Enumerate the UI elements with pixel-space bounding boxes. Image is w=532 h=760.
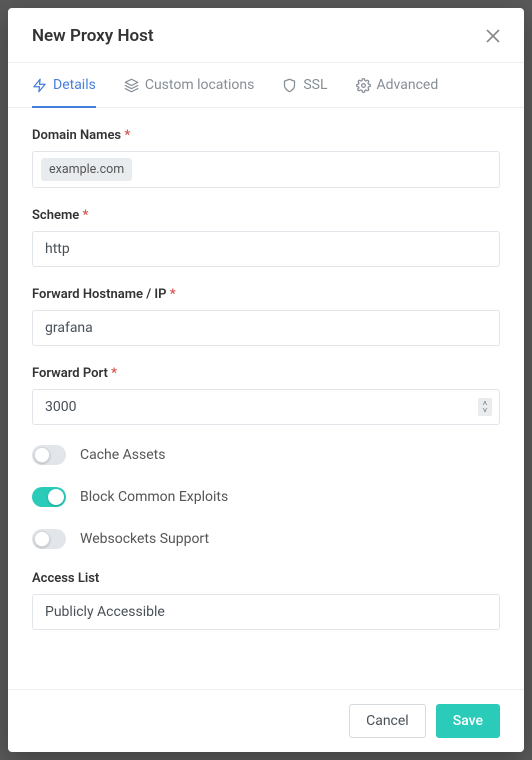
- label-domain-names: Domain Names *: [32, 128, 500, 143]
- label-forward-host: Forward Hostname / IP *: [32, 287, 500, 302]
- modal-header: New Proxy Host: [8, 8, 524, 62]
- toggle-block-exploits[interactable]: [32, 487, 66, 507]
- toggle-cache-assets[interactable]: [32, 445, 66, 465]
- modal-footer: Cancel Save: [8, 689, 524, 752]
- chevron-down-icon: ˅: [483, 407, 488, 414]
- number-stepper[interactable]: ˄ ˅: [478, 398, 492, 416]
- field-scheme: Scheme *: [32, 208, 500, 267]
- settings-icon: [356, 78, 371, 93]
- tabs: Details Custom locations SSL Advanced: [8, 62, 524, 108]
- domain-tag[interactable]: example.com: [41, 158, 132, 181]
- required-star: *: [124, 128, 130, 143]
- forward-port-input[interactable]: [32, 389, 500, 425]
- required-star: *: [170, 287, 176, 302]
- toggle-knob: [34, 531, 50, 547]
- proxy-host-modal: New Proxy Host Details Custom locations …: [8, 8, 524, 752]
- shield-icon: [282, 78, 297, 93]
- cancel-button[interactable]: Cancel: [349, 704, 426, 738]
- tab-label: Advanced: [377, 77, 439, 93]
- label-websockets: Websockets Support: [80, 531, 209, 547]
- label-access-list: Access List: [32, 571, 500, 586]
- field-domain-names: Domain Names * example.com: [32, 128, 500, 188]
- layers-icon: [124, 78, 139, 93]
- tab-label: Details: [53, 77, 96, 93]
- zap-icon: [32, 78, 47, 93]
- modal-title: New Proxy Host: [32, 26, 154, 46]
- toggle-block-exploits-row: Block Common Exploits: [32, 487, 500, 507]
- toggle-knob: [34, 447, 50, 463]
- label-scheme: Scheme *: [32, 208, 500, 223]
- field-forward-port: Forward Port * ˄ ˅: [32, 366, 500, 425]
- scheme-select[interactable]: [32, 231, 500, 267]
- toggle-websockets[interactable]: [32, 529, 66, 549]
- tab-custom-locations[interactable]: Custom locations: [124, 63, 255, 108]
- tab-label: Custom locations: [145, 77, 255, 93]
- close-icon[interactable]: [486, 29, 500, 43]
- field-access-list: Access List: [32, 571, 500, 630]
- tab-label: SSL: [303, 77, 327, 93]
- tab-details[interactable]: Details: [32, 63, 96, 108]
- access-list-select[interactable]: [32, 594, 500, 630]
- field-forward-host: Forward Hostname / IP *: [32, 287, 500, 346]
- domain-names-input[interactable]: example.com: [32, 151, 500, 188]
- modal-body: Domain Names * example.com Scheme * Forw…: [8, 108, 524, 689]
- save-button[interactable]: Save: [436, 704, 500, 738]
- tab-advanced[interactable]: Advanced: [356, 63, 439, 108]
- label-cache-assets: Cache Assets: [80, 447, 165, 463]
- required-star: *: [111, 366, 117, 381]
- required-star: *: [83, 208, 89, 223]
- forward-host-input[interactable]: [32, 310, 500, 346]
- toggle-cache-assets-row: Cache Assets: [32, 445, 500, 465]
- label-block-exploits: Block Common Exploits: [80, 489, 228, 505]
- tab-ssl[interactable]: SSL: [282, 63, 327, 108]
- label-forward-port: Forward Port *: [32, 366, 500, 381]
- toggle-knob: [48, 489, 64, 505]
- toggle-websockets-row: Websockets Support: [32, 529, 500, 549]
